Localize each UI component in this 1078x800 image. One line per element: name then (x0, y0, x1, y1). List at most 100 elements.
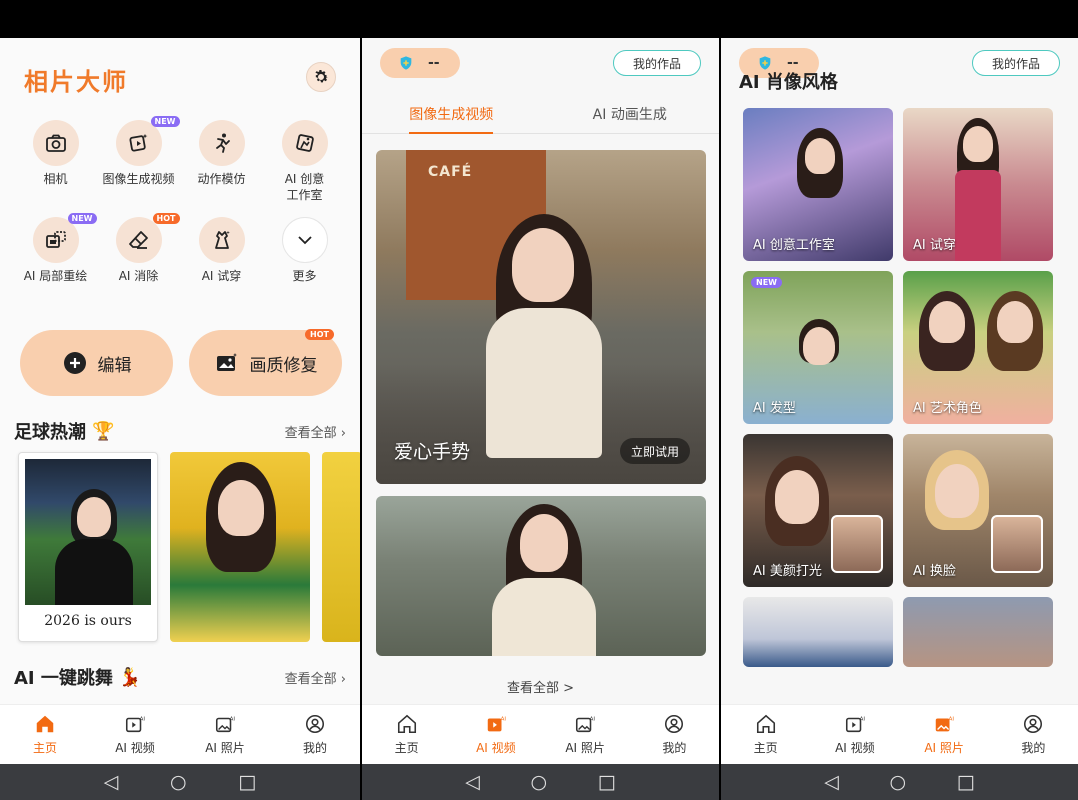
portrait-style-grid: AI 创意工作室 AI 试穿 NEW AI 发型 AI 艺术角色 AI 美颜打光… (743, 108, 1055, 667)
tab-ai-photo[interactable]: AI AI 照片 (900, 705, 989, 764)
svg-text:AI: AI (140, 716, 146, 722)
tool-label: AI 消除 (118, 269, 159, 284)
hero-card-heart-gesture[interactable]: CAFÉ 爱心手势 立即试用 (376, 150, 706, 484)
credits-value: -- (428, 55, 440, 71)
card-label: AI 发型 (753, 401, 796, 416)
new-badge: NEW (67, 213, 97, 225)
tool-circle (32, 120, 79, 166)
tab-home[interactable]: 主页 (721, 705, 810, 764)
recents-icon[interactable]: □ (598, 772, 616, 792)
tool-label: AI 创意 工作室 (284, 172, 325, 202)
subtab-ai-animation[interactable]: AI 动画生成 (541, 98, 720, 133)
settings-button[interactable] (306, 62, 336, 92)
tab-home[interactable]: 主页 (0, 705, 90, 764)
phone-home: 相片大师 相机 NEW 图像生成视频 动作模仿 AI 创意 工作室 NEW AI… (0, 0, 360, 800)
svg-text:AI: AI (949, 716, 955, 722)
hero-card-second[interactable] (376, 496, 706, 656)
tool-circle (198, 120, 245, 166)
style-card-beauty-lighting[interactable]: AI 美颜打光 (743, 434, 893, 587)
camera-icon (45, 134, 66, 152)
dress-icon (214, 231, 230, 250)
home-circle-icon[interactable]: ○ (890, 772, 907, 792)
face-shape (997, 301, 1033, 343)
tab-home[interactable]: 主页 (362, 705, 451, 764)
back-icon[interactable]: ◁ (824, 772, 839, 792)
edit-button[interactable]: 编辑 (20, 330, 173, 396)
style-card-try-on[interactable]: AI 试穿 (903, 108, 1053, 261)
tab-label: AI 照片 (924, 741, 964, 755)
tab-ai-video[interactable]: AI AI 视频 (451, 705, 540, 764)
tab-label: 主页 (753, 741, 778, 755)
chevron-right-icon: › (340, 671, 346, 687)
body-shape (492, 578, 596, 656)
tab-ai-video[interactable]: AI AI 视频 (810, 705, 899, 764)
face-shape (935, 464, 979, 518)
tab-ai-photo[interactable]: AI AI 照片 (180, 705, 270, 764)
my-works-button[interactable]: 我的作品 (972, 50, 1060, 76)
football-card[interactable] (322, 452, 360, 642)
tab-label: AI 照片 (205, 741, 245, 755)
tab-ai-video[interactable]: AI AI 视频 (90, 705, 180, 764)
view-all-link[interactable]: 查看全部 › (285, 422, 346, 441)
tool-creative-studio[interactable]: AI 创意 工作室 (263, 120, 346, 203)
style-card-hairstyle[interactable]: NEW AI 发型 (743, 271, 893, 424)
style-card-partial[interactable] (903, 597, 1053, 667)
home-circle-icon[interactable]: ○ (531, 772, 548, 792)
style-card-art-character[interactable]: AI 艺术角色 (903, 271, 1053, 424)
tab-ai-photo[interactable]: AI AI 照片 (541, 705, 630, 764)
tool-pose[interactable]: 动作模仿 (180, 120, 263, 203)
back-icon[interactable]: ◁ (104, 772, 119, 792)
view-all-label: 查看全部 (284, 425, 337, 441)
tab-profile[interactable]: 我的 (630, 705, 719, 764)
recents-icon[interactable]: □ (957, 772, 975, 792)
system-nav-bar: ◁ ○ □ (362, 764, 719, 800)
home-circle-icon[interactable]: ○ (170, 772, 187, 792)
gear-icon (315, 70, 329, 83)
my-works-button[interactable]: 我的作品 (613, 50, 701, 76)
tab-profile[interactable]: 我的 (270, 705, 360, 764)
tool-label: 相机 (43, 172, 68, 186)
tool-eraser[interactable]: HOT AI 消除 (97, 213, 180, 285)
recents-icon[interactable]: □ (238, 772, 256, 792)
tool-image-to-video[interactable]: NEW 图像生成视频 (97, 116, 180, 203)
view-all-link[interactable]: 查看全部 › (285, 668, 346, 687)
chevron-right-icon: › (340, 425, 346, 441)
tool-try-on[interactable]: AI 试穿 (180, 217, 263, 285)
style-card-creative-studio[interactable]: AI 创意工作室 (743, 108, 893, 261)
tab-profile[interactable]: 我的 (989, 705, 1078, 764)
restore-quality-button[interactable]: HOT 画质修复 (189, 329, 342, 396)
home-icon (755, 713, 777, 735)
section-title-text: 足球热潮 (14, 422, 86, 443)
try-now-button[interactable]: 立即试用 (620, 438, 690, 464)
status-bar (721, 0, 1078, 38)
primary-actions: 编辑 HOT 画质修复 (20, 329, 342, 396)
football-card[interactable] (170, 452, 310, 642)
section-title-text: AI 一键跳舞 (14, 668, 113, 689)
subtab-image-to-video[interactable]: 图像生成视频 (362, 98, 541, 134)
body-shape (486, 308, 602, 458)
style-card-face-swap[interactable]: AI 换脸 (903, 434, 1053, 587)
tool-more[interactable]: 更多 (263, 217, 346, 285)
status-bar (362, 0, 719, 38)
creative-icon (295, 134, 314, 152)
tab-label: 我的 (302, 741, 327, 755)
home-content: 相片大师 相机 NEW 图像生成视频 动作模仿 AI 创意 工作室 NEW AI… (0, 38, 360, 704)
section-title: AI 肖像风格 (739, 72, 838, 93)
football-card[interactable]: 2026 is ours (18, 452, 158, 642)
chevron-down-icon (297, 236, 312, 245)
photo-icon: AI (214, 713, 236, 735)
tool-camera[interactable]: 相机 (14, 120, 97, 203)
status-bar (0, 0, 360, 38)
credits-pill[interactable]: -- (380, 48, 460, 78)
style-card-partial[interactable] (743, 597, 893, 667)
system-nav-bar: ◁ ○ □ (0, 764, 360, 800)
back-icon[interactable]: ◁ (465, 772, 480, 792)
tool-repaint[interactable]: NEW AI 局部重绘 (14, 213, 97, 285)
cafe-sign: CAFÉ (428, 164, 473, 180)
source-face-inset (991, 515, 1043, 573)
tool-circle: NEW (115, 116, 180, 166)
face-shape (775, 470, 819, 524)
view-all-link[interactable]: 查看全部 > (362, 677, 719, 696)
new-badge: NEW (150, 116, 180, 127)
tab-label: AI 视频 (115, 741, 155, 755)
